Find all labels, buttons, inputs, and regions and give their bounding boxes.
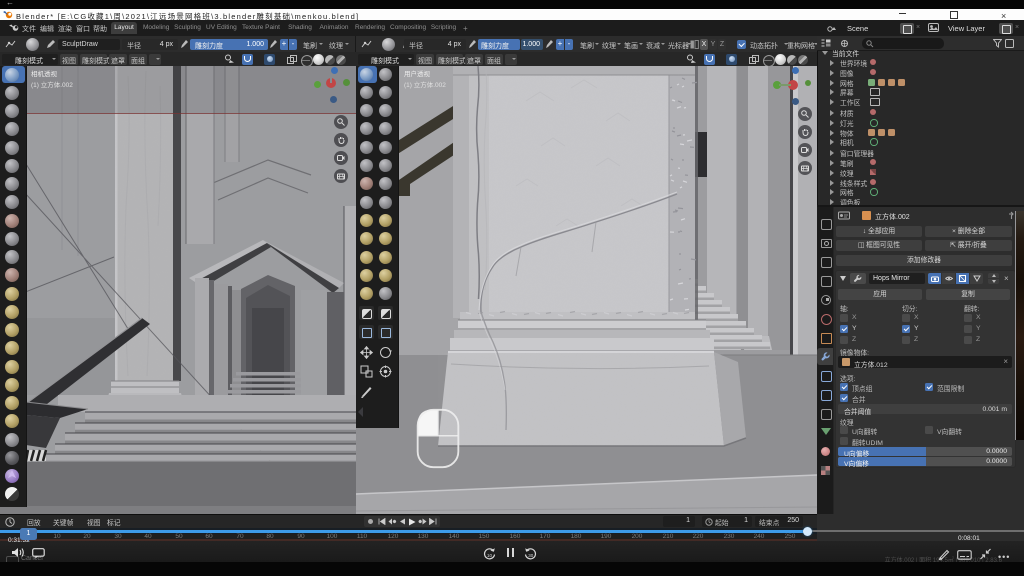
svg-text:30: 30 bbox=[528, 553, 534, 558]
svg-text:10: 10 bbox=[487, 553, 493, 558]
